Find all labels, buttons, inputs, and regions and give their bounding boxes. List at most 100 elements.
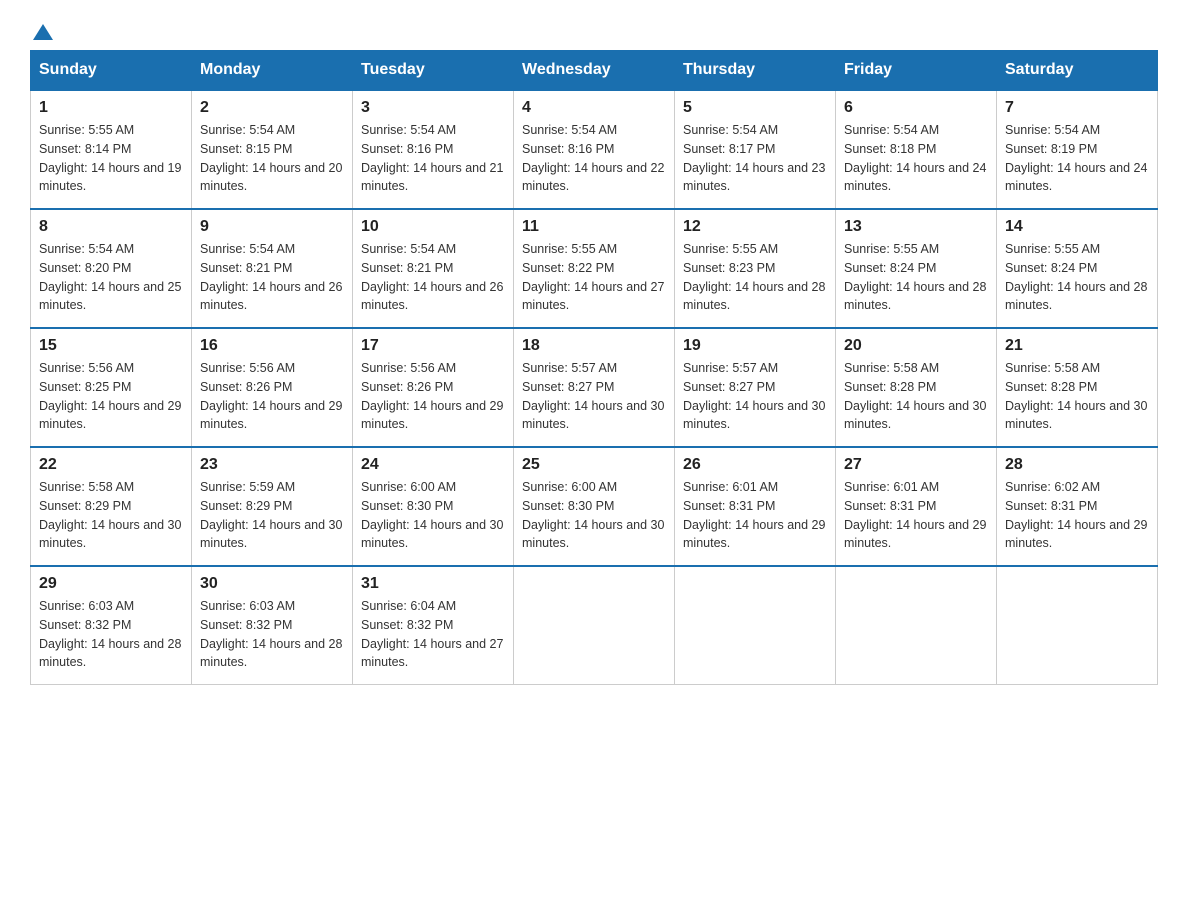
day-info: Sunrise: 5:58 AM Sunset: 8:28 PM Dayligh…	[844, 359, 988, 434]
calendar-cell: 20 Sunrise: 5:58 AM Sunset: 8:28 PM Dayl…	[836, 328, 997, 447]
day-number: 19	[683, 337, 827, 355]
weekday-header-row: SundayMondayTuesdayWednesdayThursdayFrid…	[31, 51, 1158, 91]
calendar-cell: 26 Sunrise: 6:01 AM Sunset: 8:31 PM Dayl…	[675, 447, 836, 566]
calendar-week-row: 29 Sunrise: 6:03 AM Sunset: 8:32 PM Dayl…	[31, 566, 1158, 685]
calendar-cell: 12 Sunrise: 5:55 AM Sunset: 8:23 PM Dayl…	[675, 209, 836, 328]
day-info: Sunrise: 5:59 AM Sunset: 8:29 PM Dayligh…	[200, 478, 344, 553]
calendar-cell: 18 Sunrise: 5:57 AM Sunset: 8:27 PM Dayl…	[514, 328, 675, 447]
day-number: 2	[200, 99, 344, 117]
calendar-cell: 7 Sunrise: 5:54 AM Sunset: 8:19 PM Dayli…	[997, 90, 1158, 209]
day-info: Sunrise: 5:55 AM Sunset: 8:23 PM Dayligh…	[683, 240, 827, 315]
calendar-cell: 17 Sunrise: 5:56 AM Sunset: 8:26 PM Dayl…	[353, 328, 514, 447]
day-info: Sunrise: 5:58 AM Sunset: 8:28 PM Dayligh…	[1005, 359, 1149, 434]
calendar-cell: 9 Sunrise: 5:54 AM Sunset: 8:21 PM Dayli…	[192, 209, 353, 328]
day-number: 17	[361, 337, 505, 355]
day-number: 7	[1005, 99, 1149, 117]
day-number: 22	[39, 456, 183, 474]
day-number: 14	[1005, 218, 1149, 236]
day-info: Sunrise: 5:56 AM Sunset: 8:25 PM Dayligh…	[39, 359, 183, 434]
day-number: 5	[683, 99, 827, 117]
day-number: 16	[200, 337, 344, 355]
day-number: 20	[844, 337, 988, 355]
calendar-cell: 14 Sunrise: 5:55 AM Sunset: 8:24 PM Dayl…	[997, 209, 1158, 328]
calendar-cell: 2 Sunrise: 5:54 AM Sunset: 8:15 PM Dayli…	[192, 90, 353, 209]
calendar-cell: 24 Sunrise: 6:00 AM Sunset: 8:30 PM Dayl…	[353, 447, 514, 566]
calendar-cell: 29 Sunrise: 6:03 AM Sunset: 8:32 PM Dayl…	[31, 566, 192, 685]
calendar-cell: 3 Sunrise: 5:54 AM Sunset: 8:16 PM Dayli…	[353, 90, 514, 209]
day-info: Sunrise: 6:01 AM Sunset: 8:31 PM Dayligh…	[844, 478, 988, 553]
day-number: 31	[361, 575, 505, 593]
day-info: Sunrise: 5:54 AM Sunset: 8:21 PM Dayligh…	[361, 240, 505, 315]
calendar-week-row: 1 Sunrise: 5:55 AM Sunset: 8:14 PM Dayli…	[31, 90, 1158, 209]
day-info: Sunrise: 5:54 AM Sunset: 8:20 PM Dayligh…	[39, 240, 183, 315]
calendar-cell: 28 Sunrise: 6:02 AM Sunset: 8:31 PM Dayl…	[997, 447, 1158, 566]
weekday-header-monday: Monday	[192, 51, 353, 91]
calendar-cell: 10 Sunrise: 5:54 AM Sunset: 8:21 PM Dayl…	[353, 209, 514, 328]
day-number: 25	[522, 456, 666, 474]
day-number: 8	[39, 218, 183, 236]
logo	[30, 20, 53, 40]
day-info: Sunrise: 5:54 AM Sunset: 8:19 PM Dayligh…	[1005, 121, 1149, 196]
calendar-cell: 25 Sunrise: 6:00 AM Sunset: 8:30 PM Dayl…	[514, 447, 675, 566]
weekday-header-wednesday: Wednesday	[514, 51, 675, 91]
day-info: Sunrise: 6:03 AM Sunset: 8:32 PM Dayligh…	[200, 597, 344, 672]
logo-triangle-icon	[33, 24, 53, 40]
day-number: 24	[361, 456, 505, 474]
calendar-cell	[997, 566, 1158, 685]
calendar-cell: 13 Sunrise: 5:55 AM Sunset: 8:24 PM Dayl…	[836, 209, 997, 328]
weekday-header-sunday: Sunday	[31, 51, 192, 91]
day-info: Sunrise: 5:54 AM Sunset: 8:15 PM Dayligh…	[200, 121, 344, 196]
day-info: Sunrise: 5:58 AM Sunset: 8:29 PM Dayligh…	[39, 478, 183, 553]
day-info: Sunrise: 6:03 AM Sunset: 8:32 PM Dayligh…	[39, 597, 183, 672]
calendar-cell: 16 Sunrise: 5:56 AM Sunset: 8:26 PM Dayl…	[192, 328, 353, 447]
day-number: 26	[683, 456, 827, 474]
day-info: Sunrise: 5:57 AM Sunset: 8:27 PM Dayligh…	[522, 359, 666, 434]
calendar-cell: 31 Sunrise: 6:04 AM Sunset: 8:32 PM Dayl…	[353, 566, 514, 685]
calendar-cell: 30 Sunrise: 6:03 AM Sunset: 8:32 PM Dayl…	[192, 566, 353, 685]
day-number: 18	[522, 337, 666, 355]
day-info: Sunrise: 5:55 AM Sunset: 8:24 PM Dayligh…	[1005, 240, 1149, 315]
calendar-cell: 1 Sunrise: 5:55 AM Sunset: 8:14 PM Dayli…	[31, 90, 192, 209]
weekday-header-tuesday: Tuesday	[353, 51, 514, 91]
calendar-cell: 8 Sunrise: 5:54 AM Sunset: 8:20 PM Dayli…	[31, 209, 192, 328]
calendar-cell	[675, 566, 836, 685]
day-number: 28	[1005, 456, 1149, 474]
day-number: 11	[522, 218, 666, 236]
calendar-cell: 19 Sunrise: 5:57 AM Sunset: 8:27 PM Dayl…	[675, 328, 836, 447]
day-number: 10	[361, 218, 505, 236]
day-number: 1	[39, 99, 183, 117]
calendar-cell	[514, 566, 675, 685]
day-number: 4	[522, 99, 666, 117]
day-info: Sunrise: 6:02 AM Sunset: 8:31 PM Dayligh…	[1005, 478, 1149, 553]
weekday-header-thursday: Thursday	[675, 51, 836, 91]
day-number: 9	[200, 218, 344, 236]
calendar-cell: 27 Sunrise: 6:01 AM Sunset: 8:31 PM Dayl…	[836, 447, 997, 566]
day-info: Sunrise: 5:56 AM Sunset: 8:26 PM Dayligh…	[200, 359, 344, 434]
day-number: 15	[39, 337, 183, 355]
day-number: 12	[683, 218, 827, 236]
calendar-cell: 5 Sunrise: 5:54 AM Sunset: 8:17 PM Dayli…	[675, 90, 836, 209]
day-info: Sunrise: 6:01 AM Sunset: 8:31 PM Dayligh…	[683, 478, 827, 553]
weekday-header-friday: Friday	[836, 51, 997, 91]
day-number: 13	[844, 218, 988, 236]
day-info: Sunrise: 5:55 AM Sunset: 8:22 PM Dayligh…	[522, 240, 666, 315]
calendar-cell: 4 Sunrise: 5:54 AM Sunset: 8:16 PM Dayli…	[514, 90, 675, 209]
calendar-cell	[836, 566, 997, 685]
calendar-week-row: 22 Sunrise: 5:58 AM Sunset: 8:29 PM Dayl…	[31, 447, 1158, 566]
day-number: 21	[1005, 337, 1149, 355]
day-number: 29	[39, 575, 183, 593]
day-info: Sunrise: 6:04 AM Sunset: 8:32 PM Dayligh…	[361, 597, 505, 672]
day-info: Sunrise: 6:00 AM Sunset: 8:30 PM Dayligh…	[361, 478, 505, 553]
calendar-cell: 11 Sunrise: 5:55 AM Sunset: 8:22 PM Dayl…	[514, 209, 675, 328]
day-info: Sunrise: 5:54 AM Sunset: 8:17 PM Dayligh…	[683, 121, 827, 196]
day-info: Sunrise: 5:55 AM Sunset: 8:14 PM Dayligh…	[39, 121, 183, 196]
day-number: 23	[200, 456, 344, 474]
day-number: 6	[844, 99, 988, 117]
day-number: 27	[844, 456, 988, 474]
calendar-cell: 21 Sunrise: 5:58 AM Sunset: 8:28 PM Dayl…	[997, 328, 1158, 447]
day-info: Sunrise: 5:54 AM Sunset: 8:18 PM Dayligh…	[844, 121, 988, 196]
page-header	[30, 20, 1158, 40]
day-info: Sunrise: 5:54 AM Sunset: 8:21 PM Dayligh…	[200, 240, 344, 315]
day-number: 3	[361, 99, 505, 117]
day-info: Sunrise: 5:55 AM Sunset: 8:24 PM Dayligh…	[844, 240, 988, 315]
